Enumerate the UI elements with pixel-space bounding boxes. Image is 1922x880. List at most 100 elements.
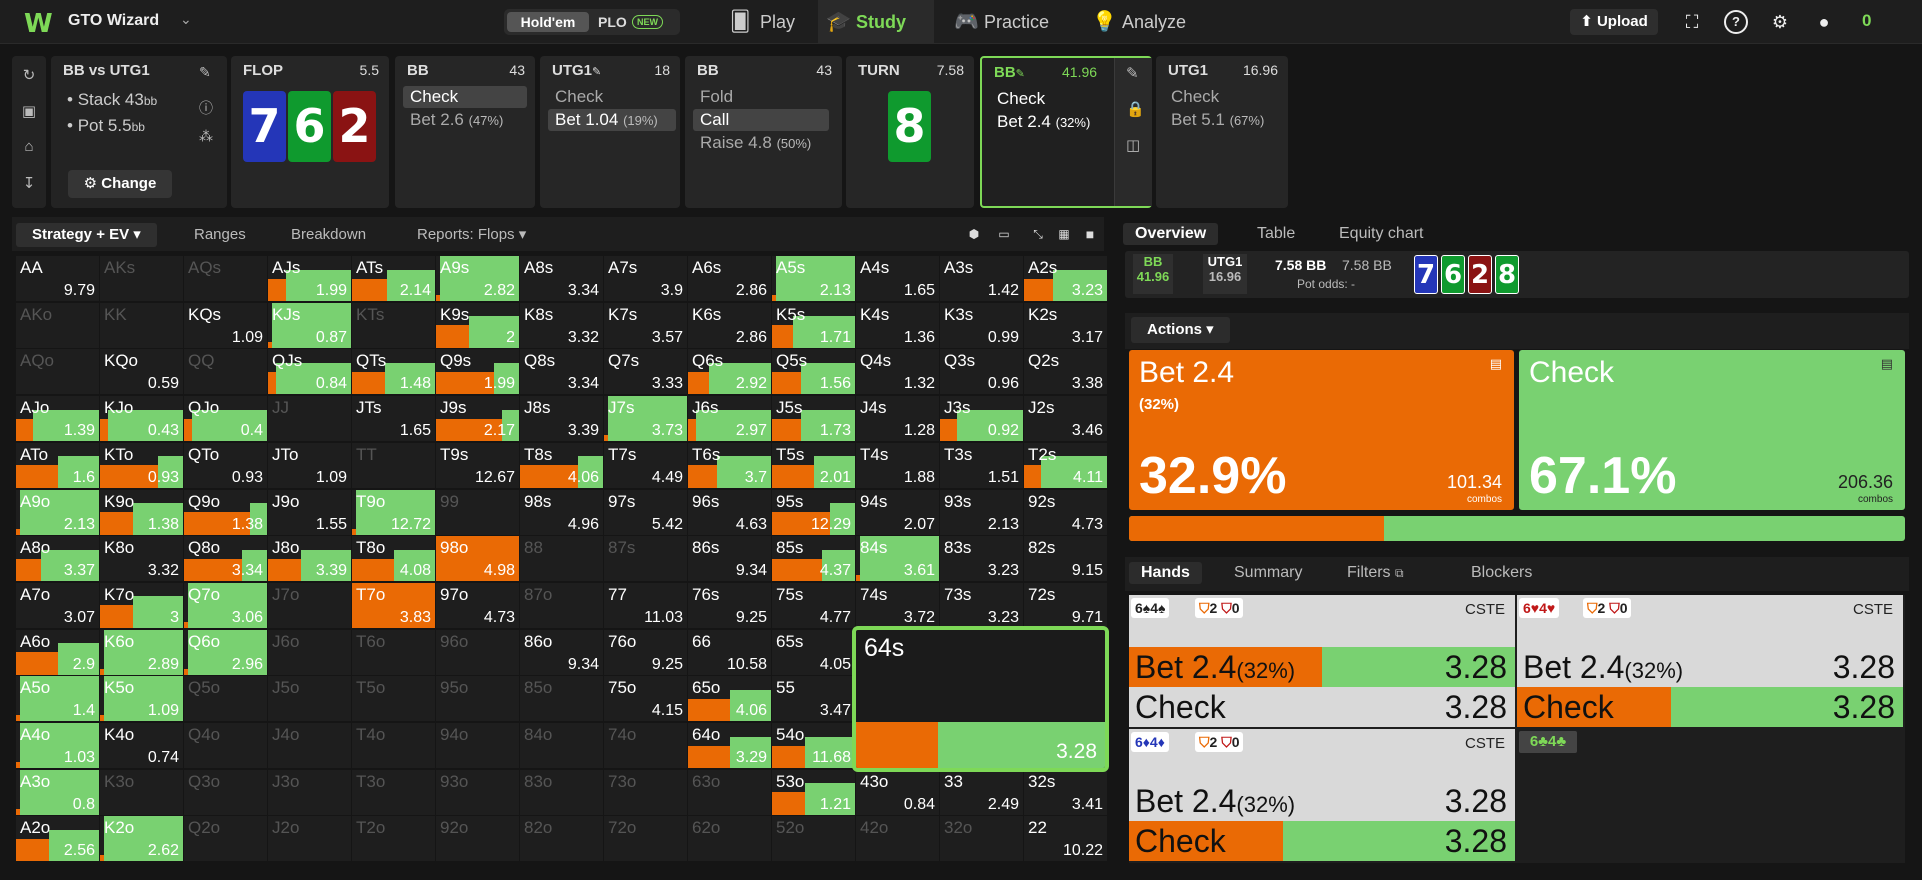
hand-cell-87o[interactable]: 87o	[520, 582, 603, 628]
hand-cell-T8s[interactable]: T8s 4.06	[520, 442, 603, 488]
hand-cell-Q5s[interactable]: Q5s 1.56	[772, 349, 855, 395]
hand-cell-T9o[interactable]: T9o 12.72	[352, 489, 435, 535]
hand-cell-K7o[interactable]: K7o 3	[100, 582, 183, 628]
hand-cell-J9o[interactable]: J9o 1.55	[268, 489, 351, 535]
hand-cell-KTs[interactable]: KTs	[352, 302, 435, 348]
hand-cell-76o[interactable]: 76o 9.25	[604, 629, 687, 675]
hand-cell-QQ[interactable]: QQ	[184, 349, 267, 395]
grid-icon[interactable]: ▦	[1052, 222, 1076, 246]
layout-icon[interactable]: ▭	[992, 222, 1016, 246]
holdem-toggle[interactable]: Hold'em	[507, 12, 589, 32]
square-icon[interactable]: ■	[1078, 222, 1102, 246]
hand-cell-64o[interactable]: 64o 3.29	[688, 723, 771, 768]
hand-cell-Q9s[interactable]: Q9s 1.99	[436, 349, 519, 395]
chevron-down-icon[interactable]: ⌄	[180, 11, 192, 28]
tab-filters[interactable]: Filters ⧉	[1347, 564, 1404, 582]
tab-hands[interactable]: Hands	[1129, 562, 1202, 584]
hand-cell-A6o[interactable]: A6o 2.9	[16, 629, 99, 675]
change-button[interactable]: ⚙ Change	[68, 170, 172, 198]
tab-blockers[interactable]: Blockers	[1471, 564, 1532, 582]
hand-cell-65s[interactable]: 65s 4.05	[772, 629, 855, 675]
hand-cell-J2s[interactable]: J2s 3.46	[1024, 396, 1107, 442]
hand-cell-K3o[interactable]: K3o	[100, 769, 183, 815]
hand-cell-88[interactable]: 88	[520, 536, 603, 582]
hand-cell-J5s[interactable]: J5s 1.73	[772, 396, 855, 442]
tab-strategy-ev[interactable]: Strategy + EV ▾	[16, 223, 157, 247]
hand-cell-J4s[interactable]: J4s 1.28	[856, 396, 939, 442]
hand-cell-87s[interactable]: 87s	[604, 536, 687, 582]
action-fold[interactable]: Fold	[693, 86, 817, 108]
hand-cell-73o[interactable]: 73o	[604, 769, 687, 815]
hand-cell-K2s[interactable]: K2s 3.17	[1024, 302, 1107, 348]
hand-cell-K6s[interactable]: K6s 2.86	[688, 302, 771, 348]
player-utg1[interactable]: UTG1 16.96	[1203, 254, 1247, 294]
tab-table[interactable]: Table	[1257, 225, 1295, 243]
hand-cell-66[interactable]: 66 10.58	[688, 629, 771, 675]
hand-cell-T3s[interactable]: T3s 1.51	[940, 442, 1023, 488]
hand-cell-92s[interactable]: 92s 4.73	[1024, 489, 1107, 535]
action-call[interactable]: Call	[693, 109, 829, 131]
hand-cell-83s[interactable]: 83s 3.23	[940, 536, 1023, 582]
action-check[interactable]: Check	[1164, 86, 1282, 108]
edit-icon[interactable]: ✎	[1126, 64, 1139, 82]
compress-icon[interactable]: ⤡	[1026, 222, 1050, 246]
hand-cell-J7s[interactable]: J7s 3.73	[604, 396, 687, 442]
hand-cell-63o[interactable]: 63o	[688, 769, 771, 815]
action-check-card[interactable]: Check ▤ 67.1% 206.36 combos	[1519, 350, 1905, 510]
hand-cell-AJs[interactable]: AJs 1.99	[268, 256, 351, 301]
hand-cell-K9o[interactable]: K9o 1.38	[100, 489, 183, 535]
hand-cell-J5o[interactable]: J5o	[268, 676, 351, 722]
gamepad-icon[interactable]: ⌂	[20, 138, 38, 156]
hand-cell-A4o[interactable]: A4o 1.03	[16, 723, 99, 768]
hand-cell-KQs[interactable]: KQs 1.09	[184, 302, 267, 348]
hand-cell-Q9o[interactable]: Q9o 1.38	[184, 489, 267, 535]
hand-cell-Q6s[interactable]: Q6s 2.92	[688, 349, 771, 395]
hand-cell-KTo[interactable]: KTo 0.93	[100, 442, 183, 488]
actions-dropdown[interactable]: Actions ▾	[1131, 317, 1230, 343]
hand-cell-A8o[interactable]: A8o 3.37	[16, 536, 99, 582]
action-bet[interactable]: Bet 5.1 (67%)	[1164, 109, 1282, 131]
hand-cell-J6o[interactable]: J6o	[268, 629, 351, 675]
save-icon[interactable]: ▣	[20, 102, 38, 120]
hand-cell-J2o[interactable]: J2o	[268, 816, 351, 862]
hand-cell-T5o[interactable]: T5o	[352, 676, 435, 722]
hand-cell-Q7o[interactable]: Q7o 3.06	[184, 582, 267, 628]
hand-cell-K8o[interactable]: K8o 3.32	[100, 536, 183, 582]
hand-cell-97o[interactable]: 97o 4.73	[436, 582, 519, 628]
hand-cell-94o[interactable]: 94o	[436, 723, 519, 768]
hand-cell-JTs[interactable]: JTs 1.65	[352, 396, 435, 442]
hand-cell-J7o[interactable]: J7o	[268, 582, 351, 628]
lock-icon[interactable]: 🔒	[1126, 100, 1145, 118]
action-bet-card[interactable]: Bet 2.4 (32%) ▤ 32.9% 101.34 combos	[1129, 350, 1514, 510]
hand-cell-86s[interactable]: 86s 9.34	[688, 536, 771, 582]
hand-cell-74s[interactable]: 74s 3.72	[856, 582, 939, 628]
action-bet[interactable]: Bet 2.4 (32%)	[990, 111, 1108, 133]
hand-cell-Q8s[interactable]: Q8s 3.34	[520, 349, 603, 395]
hand-cell-J3o[interactable]: J3o	[268, 769, 351, 815]
action-bet[interactable]: Bet 1.04 (19%)	[548, 109, 676, 131]
hand-cell-K8s[interactable]: K8s 3.32	[520, 302, 603, 348]
hand-cell-32o[interactable]: 32o	[940, 816, 1023, 862]
hand-cell-98s[interactable]: 98s 4.96	[520, 489, 603, 535]
compare-icon[interactable]: ◫	[1126, 136, 1140, 154]
hand-cell-T2o[interactable]: T2o	[352, 816, 435, 862]
hand-cell-62o[interactable]: 62o	[688, 816, 771, 862]
hand-cell-KJo[interactable]: KJo 0.43	[100, 396, 183, 442]
hand-cell-KK[interactable]: KK	[100, 302, 183, 348]
hand-cell-22[interactable]: 22 10.22	[1024, 816, 1107, 862]
hand-cell-T4s[interactable]: T4s 1.88	[856, 442, 939, 488]
hand-cell-75s[interactable]: 75s 4.77	[772, 582, 855, 628]
tab-ranges[interactable]: Ranges	[194, 223, 246, 247]
hand-cell-A3o[interactable]: A3o 0.8	[16, 769, 99, 815]
upload-button[interactable]: ⬆ Upload	[1570, 9, 1658, 35]
hand-cell-82s[interactable]: 82s 9.15	[1024, 536, 1107, 582]
hand-cell-JJ[interactable]: JJ	[268, 396, 351, 442]
help-icon[interactable]: ?	[1724, 10, 1748, 34]
hand-cell-Q3s[interactable]: Q3s 0.96	[940, 349, 1023, 395]
hand-cell-Q4o[interactable]: Q4o	[184, 723, 267, 768]
hand-cell-K3s[interactable]: K3s 0.99	[940, 302, 1023, 348]
reset-icon[interactable]: ↻	[20, 66, 38, 84]
notes-icon[interactable]: ▤	[1490, 356, 1502, 372]
hand-cell-A5s[interactable]: A5s 2.13	[772, 256, 855, 301]
hand-cell-QJs[interactable]: QJs 0.84	[268, 349, 351, 395]
